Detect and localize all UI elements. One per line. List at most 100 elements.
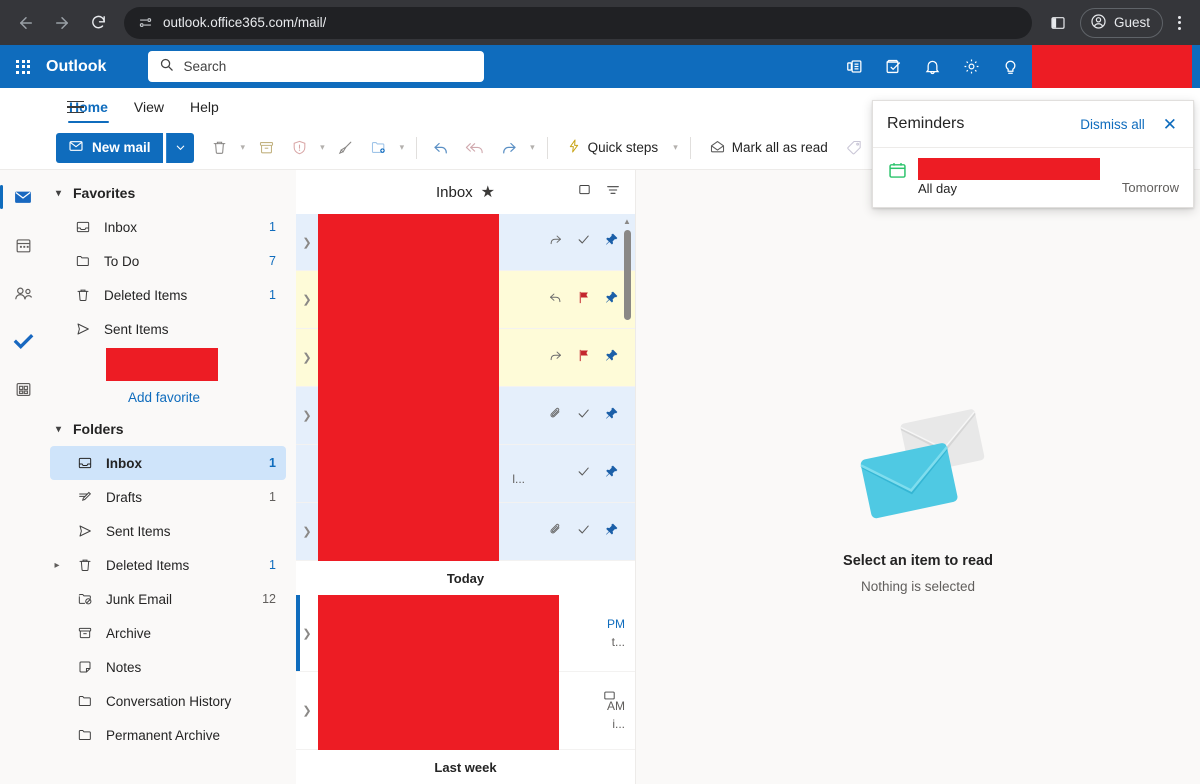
folder-item-deleted[interactable]: ▸ Deleted Items 1 <box>50 548 286 582</box>
reply-button[interactable] <box>426 133 456 163</box>
chevron-right-icon[interactable]: ❯ <box>296 525 318 538</box>
back-icon[interactable] <box>10 7 42 39</box>
scrollbar-thumb[interactable] <box>624 230 631 320</box>
mark-all-read-button[interactable]: Mark all as read <box>700 133 837 163</box>
app-launcher-icon[interactable] <box>0 45 46 88</box>
favorite-item-sent[interactable]: Sent Items <box>50 312 286 346</box>
delete-button[interactable] <box>205 133 235 163</box>
table-row[interactable]: ❯ <box>296 503 635 561</box>
reload-icon[interactable] <box>82 7 114 39</box>
chevron-right-icon[interactable]: ❯ <box>296 627 318 640</box>
tab-help[interactable]: Help <box>177 88 232 126</box>
folder-item-conversation-history[interactable]: Conversation History <box>50 684 286 718</box>
check-icon[interactable] <box>576 232 591 252</box>
favorite-item-deleted[interactable]: Deleted Items 1 <box>50 278 286 312</box>
chevron-right-icon[interactable]: ❯ <box>296 704 318 717</box>
forward-button[interactable] <box>494 133 524 163</box>
rail-item-people[interactable] <box>3 276 43 310</box>
split-screen-icon[interactable] <box>1042 7 1074 39</box>
address-bar[interactable]: outlook.office365.com/mail/ <box>124 7 1032 39</box>
folder-item-notes[interactable]: Notes <box>50 650 286 684</box>
archive-button[interactable] <box>251 133 281 163</box>
table-row[interactable]: ❯ <box>296 214 635 271</box>
report-button[interactable] <box>284 133 314 163</box>
message-rows[interactable]: ❯ ❯ <box>296 214 635 784</box>
new-mail-dropdown-icon[interactable] <box>166 133 194 163</box>
table-row[interactable]: ❯ <box>296 329 635 387</box>
chevron-right-icon[interactable]: ❯ <box>296 409 318 422</box>
table-row[interactable]: ❯ PM t... <box>296 595 635 672</box>
pin-icon[interactable] <box>604 522 619 542</box>
tag-button[interactable] <box>840 133 870 163</box>
add-favorite-link[interactable]: Add favorite <box>50 383 286 414</box>
folder-item-sent[interactable]: Sent Items <box>50 514 286 548</box>
quick-steps-caret-icon[interactable]: ▾ <box>670 142 681 153</box>
todo-tasks-icon[interactable] <box>876 50 910 84</box>
folder-item-inbox[interactable]: Inbox 1 <box>50 446 286 480</box>
tab-view[interactable]: View <box>121 88 177 126</box>
dismiss-all-button[interactable]: Dismiss all <box>1080 117 1145 132</box>
profile-chip[interactable]: Guest <box>1080 8 1163 38</box>
rail-item-calendar[interactable] <box>3 228 43 262</box>
favorite-item-todo[interactable]: To Do 7 <box>50 244 286 278</box>
table-row[interactable]: ❯ AM i... <box>296 672 635 750</box>
rail-item-mail[interactable] <box>3 180 43 214</box>
forward-caret-icon[interactable]: ▾ <box>527 142 538 153</box>
new-mail-button[interactable]: New mail <box>56 133 163 163</box>
gear-icon[interactable] <box>954 50 988 84</box>
check-icon[interactable] <box>576 522 591 542</box>
flag-icon[interactable] <box>576 290 591 310</box>
pin-icon[interactable] <box>604 464 619 484</box>
flag-icon[interactable] <box>576 348 591 368</box>
rail-item-apps[interactable] <box>3 372 43 406</box>
display-density-icon[interactable] <box>577 182 592 202</box>
close-icon[interactable]: ✕ <box>1155 114 1179 135</box>
folder-item-junk[interactable]: Junk Email 12 <box>50 582 286 616</box>
message-redaction <box>318 672 559 750</box>
browser-menu-icon[interactable] <box>1169 10 1190 36</box>
nav-toggle-icon[interactable] <box>60 92 90 122</box>
chevron-right-icon[interactable]: ❯ <box>296 293 318 306</box>
check-icon[interactable] <box>576 406 591 426</box>
table-row[interactable]: l... <box>296 445 635 503</box>
table-row[interactable]: ❯ <box>296 271 635 329</box>
teams-meet-icon[interactable] <box>837 50 871 84</box>
report-caret-icon[interactable]: ▾ <box>317 142 328 153</box>
pin-icon[interactable] <box>604 348 619 368</box>
favorite-item-redaction[interactable] <box>106 348 218 381</box>
message-list-scrollbar[interactable]: ▲ <box>622 218 632 554</box>
filter-icon[interactable] <box>605 182 621 203</box>
reminder-item[interactable]: All day Tomorrow <box>873 148 1193 196</box>
sweep-button[interactable] <box>331 133 361 163</box>
move-to-caret-icon[interactable]: ▾ <box>397 142 408 153</box>
favorite-item-inbox[interactable]: Inbox 1 <box>50 210 286 244</box>
folder-item-archive[interactable]: Archive <box>50 616 286 650</box>
check-icon[interactable] <box>576 464 591 484</box>
account-redaction <box>1032 45 1192 88</box>
tab-help-label: Help <box>190 99 219 115</box>
favorites-header[interactable]: ▾ Favorites <box>50 178 286 208</box>
folders-header[interactable]: ▾ Folders <box>50 414 286 444</box>
folder-item-drafts[interactable]: Drafts 1 <box>50 480 286 514</box>
search-box[interactable]: Search <box>148 51 484 82</box>
lightbulb-icon[interactable] <box>993 50 1027 84</box>
pin-icon[interactable] <box>604 290 619 310</box>
forward-icon[interactable] <box>46 7 78 39</box>
move-to-button[interactable] <box>364 133 394 163</box>
delete-caret-icon[interactable]: ▾ <box>238 142 249 153</box>
quick-steps-button[interactable]: Quick steps <box>557 133 668 163</box>
rail-item-todo[interactable] <box>3 324 43 358</box>
reply-all-button[interactable] <box>459 133 491 163</box>
folder-item-permanent-archive[interactable]: Permanent Archive <box>50 718 286 752</box>
site-settings-icon[interactable] <box>138 15 153 30</box>
bell-icon[interactable] <box>915 50 949 84</box>
pin-icon[interactable] <box>604 232 619 252</box>
scroll-up-icon[interactable]: ▲ <box>622 218 632 226</box>
chevron-right-icon[interactable]: ❯ <box>296 351 318 364</box>
chevron-right-icon[interactable]: ▸ <box>50 560 64 571</box>
folder-count: 1 <box>269 456 276 470</box>
table-row[interactable]: ❯ <box>296 387 635 445</box>
favorite-star-icon[interactable]: ★ <box>481 182 495 202</box>
chevron-right-icon[interactable]: ❯ <box>296 236 318 249</box>
pin-icon[interactable] <box>604 406 619 426</box>
